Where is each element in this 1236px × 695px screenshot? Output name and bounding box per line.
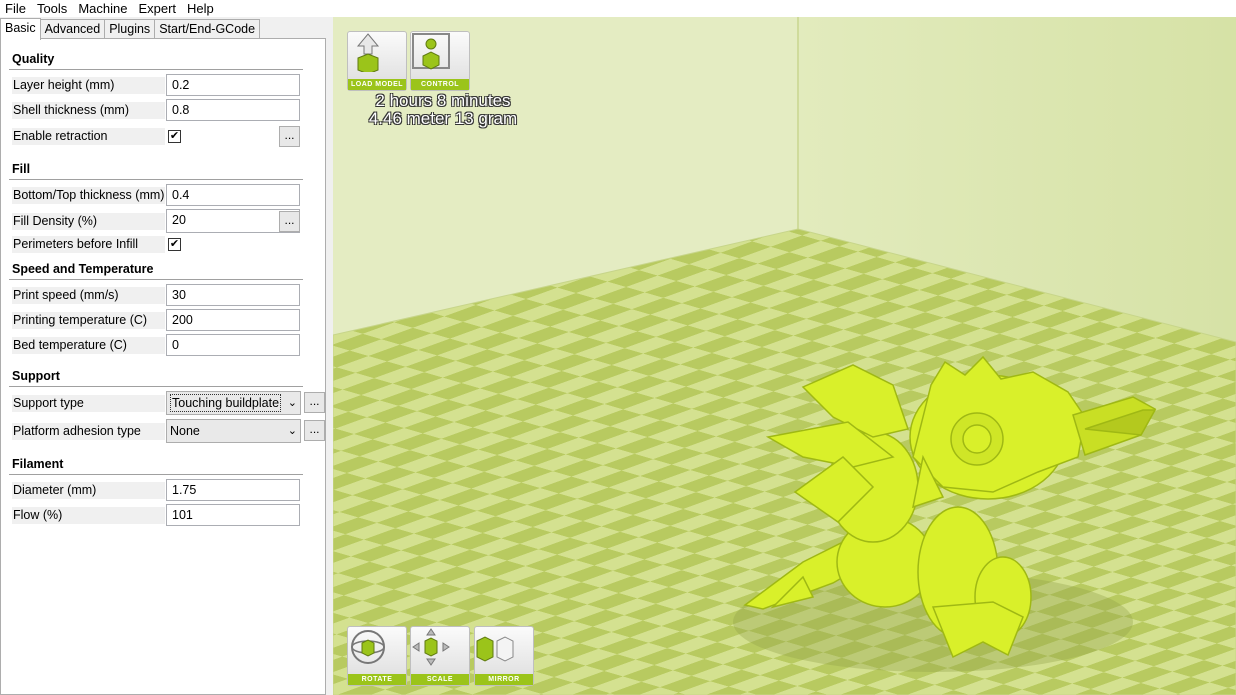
- rotate-icon: [351, 630, 385, 664]
- flow-label: Flow (%): [12, 507, 165, 524]
- support-type-value: Touching buildplate: [170, 394, 282, 412]
- fill-density-settings-button[interactable]: ...: [279, 211, 300, 232]
- chevron-down-icon: ⌄: [287, 397, 297, 409]
- printing-temperature-label: Printing temperature (C): [12, 312, 165, 329]
- fill-density-label: Fill Density (%): [12, 213, 165, 230]
- mirror-label: MIRROR: [475, 674, 533, 685]
- section-support-title: Support: [12, 369, 60, 383]
- section-divider: [9, 386, 303, 387]
- settings-panel: Basic Advanced Plugins Start/End-GCode Q…: [0, 17, 333, 695]
- scale-label: SCALE: [411, 674, 469, 685]
- load-model-icon: [356, 33, 380, 72]
- mirror-button[interactable]: MIRROR: [474, 626, 534, 686]
- printer-control-icon: [412, 33, 450, 70]
- diameter-label: Diameter (mm): [12, 482, 165, 499]
- shell-thickness-label: Shell thickness (mm): [12, 102, 165, 119]
- scale-button[interactable]: SCALE: [410, 626, 470, 686]
- tab-basic[interactable]: Basic: [0, 18, 41, 40]
- mirror-icon: [476, 636, 514, 662]
- section-speed-title: Speed and Temperature: [12, 262, 154, 276]
- settings-tabs: Basic Advanced Plugins Start/End-GCode: [0, 18, 261, 40]
- support-type-select[interactable]: Touching buildplate ⌄: [166, 391, 301, 415]
- support-settings-button[interactable]: ...: [304, 392, 325, 413]
- tab-start-end-gcode[interactable]: Start/End-GCode: [154, 19, 261, 38]
- section-divider: [9, 69, 303, 70]
- print-usage-text: 4.46 meter 13 gram: [368, 109, 518, 128]
- platform-adhesion-label: Platform adhesion type: [12, 423, 165, 440]
- print-time-text: 2 hours 8 minutes: [375, 91, 511, 110]
- basic-settings: Quality Layer height (mm) 0.2 Shell thic…: [0, 38, 326, 695]
- print-speed-label: Print speed (mm/s): [12, 287, 165, 304]
- shell-thickness-input[interactable]: 0.8: [166, 99, 300, 121]
- perimeters-before-infill-label: Perimeters before Infill: [12, 236, 165, 253]
- print-speed-input[interactable]: 30: [166, 284, 300, 306]
- layer-height-input[interactable]: 0.2: [166, 74, 300, 96]
- section-fill-title: Fill: [12, 162, 31, 176]
- flow-input[interactable]: 101: [166, 504, 300, 526]
- menu-expert[interactable]: Expert: [133, 0, 182, 17]
- chevron-down-icon: ⌄: [287, 425, 297, 437]
- enable-retraction-checkbox[interactable]: ✔: [168, 130, 181, 143]
- printing-temperature-input[interactable]: 200: [166, 309, 300, 331]
- platform-adhesion-select[interactable]: None ⌄: [166, 419, 301, 443]
- rotate-label: ROTATE: [348, 674, 406, 685]
- 3d-viewport[interactable]: LOAD MODEL CONTROL 2 hours 8 minutes 4.4…: [333, 17, 1236, 695]
- menu-file[interactable]: File: [0, 0, 32, 17]
- section-filament-title: Filament: [12, 457, 64, 471]
- tab-plugins[interactable]: Plugins: [104, 19, 156, 38]
- bed-temperature-input[interactable]: 0: [166, 334, 300, 356]
- menu-tools[interactable]: Tools: [32, 0, 73, 17]
- layer-height-label: Layer height (mm): [12, 77, 165, 94]
- section-divider: [9, 179, 303, 180]
- scale-icon: [412, 628, 450, 666]
- tab-advanced[interactable]: Advanced: [39, 19, 106, 38]
- menu-machine[interactable]: Machine: [73, 0, 133, 17]
- enable-retraction-label: Enable retraction: [12, 128, 165, 145]
- bed-temperature-label: Bed temperature (C): [12, 337, 165, 354]
- adhesion-settings-button[interactable]: ...: [304, 420, 325, 441]
- section-quality-title: Quality: [12, 52, 55, 66]
- perimeters-before-infill-checkbox[interactable]: ✔: [168, 238, 181, 251]
- menu-help[interactable]: Help: [182, 0, 220, 17]
- support-type-label: Support type: [12, 395, 165, 412]
- bottom-top-thickness-input[interactable]: 0.4: [166, 184, 300, 206]
- control-label: CONTROL: [411, 79, 469, 90]
- retraction-settings-button[interactable]: ...: [279, 126, 300, 147]
- section-divider: [9, 279, 303, 280]
- load-model-label: LOAD MODEL: [348, 79, 406, 90]
- menu-bar: File Tools Machine Expert Help: [0, 0, 1236, 17]
- bottom-top-thickness-label: Bottom/Top thickness (mm): [12, 187, 165, 204]
- load-model-button[interactable]: LOAD MODEL: [347, 31, 407, 91]
- control-button[interactable]: CONTROL: [410, 31, 470, 91]
- section-divider: [9, 474, 303, 475]
- rotate-button[interactable]: ROTATE: [347, 626, 407, 686]
- platform-adhesion-value: None: [170, 424, 200, 438]
- diameter-input[interactable]: 1.75: [166, 479, 300, 501]
